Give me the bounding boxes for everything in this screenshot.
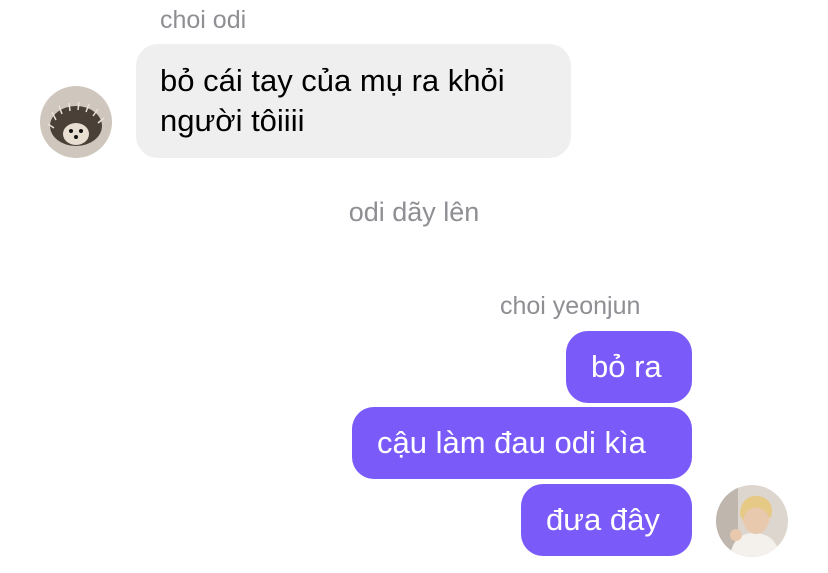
incoming-message-line-1: bỏ cái tay của mụ ra khỏi (160, 63, 505, 98)
outgoing-message-text: bỏ ra (591, 349, 662, 384)
person-avatar-icon[interactable] (716, 485, 788, 557)
hedgehog-avatar-icon[interactable] (40, 86, 112, 158)
outgoing-message-text: đưa đây (546, 502, 660, 537)
incoming-message-line-2: người tôiiii (160, 103, 305, 138)
outgoing-message-text: cậu làm đau odi kìa (377, 425, 646, 460)
outgoing-message-bubble[interactable]: cậu làm đau odi kìa (352, 407, 692, 479)
incoming-message-bubble[interactable]: bỏ cái tay của mụ ra khỏi người tôiiii (136, 44, 571, 158)
outgoing-message-bubble[interactable]: bỏ ra (566, 331, 692, 403)
outgoing-sender-name: choi yeonjun (500, 292, 641, 320)
outgoing-message-bubble[interactable]: đưa đây (521, 484, 692, 556)
incoming-sender-name: choi odi (160, 6, 247, 34)
system-note: odi dãy lên (348, 197, 480, 227)
